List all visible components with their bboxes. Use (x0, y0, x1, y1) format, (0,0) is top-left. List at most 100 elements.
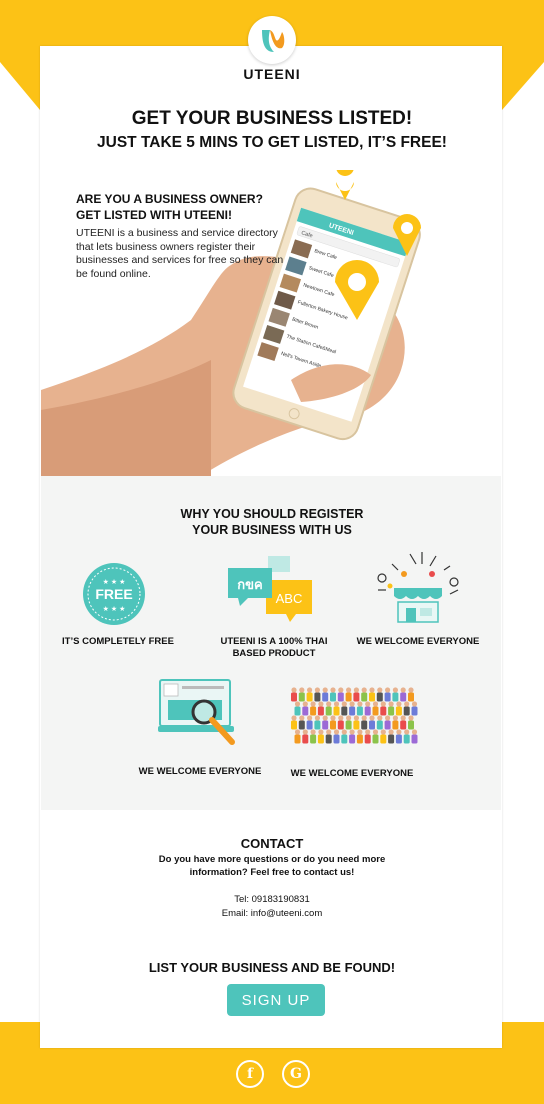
crowd-person (380, 729, 387, 744)
business-description: UTEENI is a business and service directo… (76, 227, 284, 280)
feature-free-label: IT’S COMPLETELY FREE (62, 636, 174, 647)
crowd-person (364, 701, 371, 716)
crowd-person (345, 715, 352, 730)
crowd-person (353, 687, 360, 702)
crowd-person (349, 701, 356, 716)
feature-thai-label: UTEENI IS A 100% THAI BASED PRODUCT (202, 636, 346, 660)
owner-heading-line1: ARE YOU A BUSINESS OWNER? (76, 192, 263, 206)
crowd-person (353, 715, 360, 730)
crowd-person (310, 729, 317, 744)
contact-phone[interactable]: Tel: 09183190831 (0, 894, 544, 905)
svg-text:★ ★ ★: ★ ★ ★ (103, 605, 126, 613)
crowd-person (403, 729, 410, 744)
contact-title: CONTACT (240, 836, 304, 851)
why-title-line2: YOUR BUSINESS WITH US (192, 523, 352, 537)
crowd-person (376, 687, 383, 702)
crowd-person (341, 701, 348, 716)
page-title: GET YOUR BUSINESS LISTED! (131, 108, 413, 129)
crowd-person (384, 687, 391, 702)
crowd-person (395, 701, 402, 716)
crowd-person (317, 701, 324, 716)
owner-heading: ARE YOU A BUSINESS OWNER? GET LISTED WIT… (76, 191, 316, 223)
crowd-person (388, 729, 395, 744)
cta-headline: LIST YOUR BUSINESS AND BE FOUND! (148, 960, 396, 975)
crowd-person (302, 701, 309, 716)
contact-question-line1: Do you have more questions or do you nee… (158, 854, 386, 865)
contact-question: Do you have more questions or do you nee… (130, 854, 414, 879)
feature-thai-line2: BASED PRODUCT (232, 648, 316, 659)
owner-heading-line2: GET LISTED WITH UTEENI! (76, 208, 232, 222)
crowd-person (314, 687, 321, 702)
crowd-person (333, 701, 340, 716)
crowd-person (330, 715, 336, 730)
contact-email[interactable]: Email: info@uteeni.com (0, 908, 544, 919)
crowd-person (337, 715, 344, 730)
crowd-of-people-icon (291, 687, 418, 744)
crowd-person (314, 715, 321, 730)
crowd-person (408, 715, 414, 730)
crowd-person (306, 687, 313, 702)
crowd-person (345, 687, 352, 702)
free-badge-icon: FREE ★ ★ ★ ★ ★ ★ (83, 563, 145, 625)
crowd-person (384, 715, 391, 730)
crowd-person (310, 701, 317, 716)
crowd-person (298, 687, 305, 702)
crowd-person (400, 687, 407, 702)
brand-name: UTEENI (243, 66, 301, 82)
logo-badge (248, 16, 296, 64)
crowd-person (408, 687, 414, 702)
feature-thai-line1: UTEENI IS A 100% THAI (220, 636, 328, 647)
feature-everyone-label-3: WE WELCOME EVERYONE (290, 768, 414, 779)
crowd-person (317, 729, 324, 744)
crowd-person (291, 687, 297, 702)
crowd-person (306, 715, 313, 730)
contact-question-line2: information? Feel free to contact us! (189, 866, 355, 878)
crowd-person (403, 701, 410, 716)
thai-bubble-text: กขค (237, 578, 262, 593)
crowd-person (372, 729, 379, 744)
shop-with-services-icon (377, 552, 459, 623)
crowd-person (341, 729, 348, 744)
crowd-person (411, 701, 418, 716)
facebook-icon[interactable]: f (236, 1060, 264, 1088)
crowd-person (298, 715, 305, 730)
crowd-person (349, 729, 356, 744)
crowd-person (294, 729, 301, 744)
google-icon[interactable]: G (282, 1060, 310, 1088)
feature-everyone-label-1: WE WELCOME EVERYONE (356, 636, 480, 647)
crowd-person (392, 687, 399, 702)
page-subtitle: JUST TAKE 5 MINS TO GET LISTED, IT’S FRE… (97, 134, 447, 151)
crowd-person (400, 715, 407, 730)
crowd-person (322, 715, 329, 730)
crowd-person (369, 687, 375, 702)
uteeni-logo-icon (262, 30, 285, 52)
crowd-person (361, 715, 368, 730)
why-section-title: WHY YOU SHOULD REGISTER YOUR BUSINESS WI… (0, 506, 544, 538)
free-badge-text: FREE (95, 586, 132, 602)
thai-language-bubbles-icon: ABC กขค (228, 556, 312, 622)
crowd-person (322, 687, 329, 702)
svg-text:★ ★ ★: ★ ★ ★ (103, 578, 126, 586)
crowd-person (325, 729, 332, 744)
crowd-person (333, 729, 340, 744)
crowd-person (364, 729, 371, 744)
crowd-person (411, 729, 418, 744)
crowd-person (388, 701, 395, 716)
laptop-search-icon (158, 679, 235, 745)
sign-up-button[interactable]: SIGN UP (227, 984, 325, 1016)
crowd-person (376, 715, 383, 730)
crowd-person (330, 687, 336, 702)
crowd-person (294, 701, 301, 716)
crowd-person (372, 701, 379, 716)
crowd-person (325, 701, 332, 716)
crowd-person (395, 729, 402, 744)
crowd-person (361, 687, 368, 702)
crowd-person (356, 701, 363, 716)
abc-bubble-text: ABC (276, 591, 303, 606)
feature-everyone-label-2: WE WELCOME EVERYONE (138, 766, 262, 777)
crowd-person (369, 715, 375, 730)
crowd-person (392, 715, 399, 730)
why-title-line1: WHY YOU SHOULD REGISTER (180, 507, 364, 521)
crowd-person (356, 729, 363, 744)
crowd-person (380, 701, 387, 716)
